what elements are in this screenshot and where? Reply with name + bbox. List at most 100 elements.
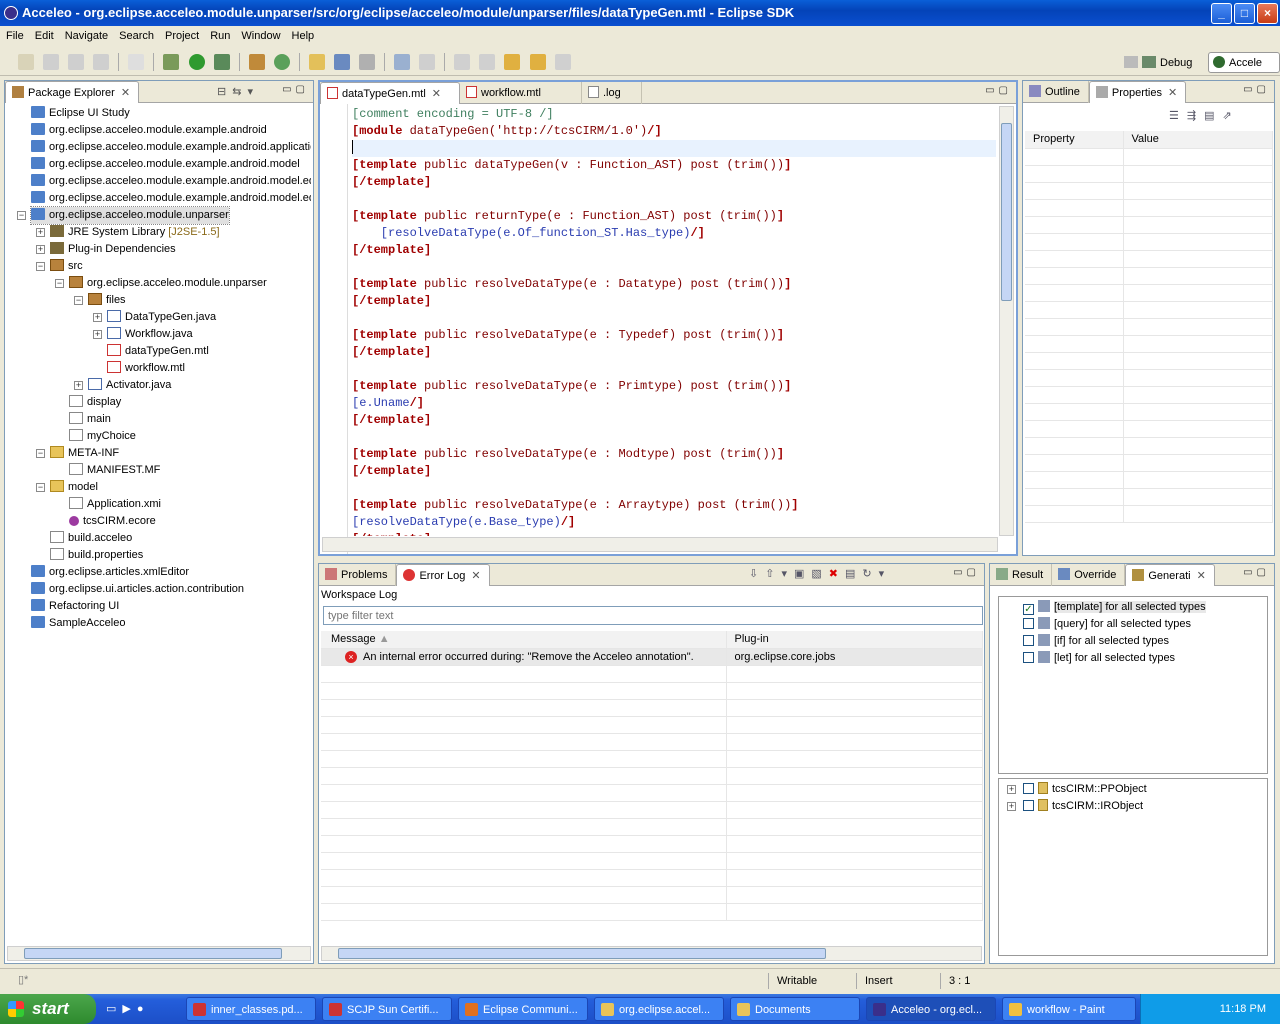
tab-error-log[interactable]: Error Log ✕ — [396, 564, 490, 586]
link-with-editor-icon[interactable]: ⇆ — [232, 86, 247, 98]
tree-item[interactable]: build.properties — [7, 547, 311, 564]
collapse-all-icon[interactable]: ⊟ — [217, 86, 232, 98]
run-icon[interactable] — [188, 54, 205, 70]
tree-item[interactable]: + DataTypeGen.java — [7, 309, 311, 326]
print-icon[interactable] — [93, 54, 110, 70]
categories-icon[interactable]: ☰ — [1169, 110, 1187, 122]
tree-item[interactable]: org.eclipse.acceleo.module.example.andro… — [7, 122, 311, 139]
editor-tab[interactable]: dataTypeGen.mtl ✕ — [320, 82, 460, 104]
collapse-icon[interactable]: − — [36, 483, 45, 492]
editor-min-max[interactable]: ▭▢ — [985, 85, 1012, 96]
restore-default-icon[interactable]: ▤ — [1204, 110, 1222, 122]
collapse-icon[interactable]: − — [36, 262, 45, 271]
fast-view-icon[interactable]: ▯* — [18, 973, 28, 986]
expand-icon[interactable]: + — [1007, 785, 1016, 794]
tab-generation[interactable]: Generati ✕ — [1125, 564, 1215, 586]
menu-help[interactable]: Help — [286, 30, 320, 42]
error-log-hscrollbar[interactable] — [321, 946, 982, 961]
filter-icon[interactable]: ⇶ — [1187, 110, 1204, 122]
save-all-icon[interactable] — [68, 54, 85, 70]
new-class-icon[interactable] — [273, 54, 290, 70]
open-perspective-icon[interactable] — [1124, 56, 1138, 68]
generation-option[interactable]: ✓ [template] for all selected types — [999, 599, 1267, 616]
close-icon[interactable]: ✕ — [1197, 570, 1206, 582]
type-item[interactable]: + tcsCIRM::IRObject — [999, 798, 1267, 815]
expand-icon[interactable]: + — [1007, 802, 1016, 811]
expand-icon[interactable]: + — [36, 228, 45, 237]
view-menu-icon[interactable]: ▾ — [879, 568, 892, 580]
column-header-message[interactable]: Message ▲ — [321, 631, 727, 649]
taskbar-button[interactable]: org.eclipse.accel... — [594, 997, 724, 1021]
checkbox[interactable] — [1023, 800, 1034, 811]
export-log-icon[interactable]: ⇩ — [749, 568, 765, 580]
menu-navigate[interactable]: Navigate — [59, 30, 113, 42]
collapse-icon[interactable]: − — [17, 211, 26, 220]
tree-item[interactable]: display — [7, 394, 311, 411]
save-icon[interactable] — [43, 54, 60, 70]
menu-run[interactable]: Run — [204, 30, 235, 42]
tree-item[interactable]: SampleAcceleo — [7, 615, 311, 632]
taskbar-button[interactable]: workflow - Paint — [1002, 997, 1136, 1021]
tree-item[interactable]: − files — [7, 292, 311, 309]
taskbar-button[interactable]: Eclipse Communi... — [458, 997, 588, 1021]
column-header-value[interactable]: Value — [1123, 131, 1273, 149]
external-tools-icon[interactable] — [213, 54, 230, 70]
tree-item[interactable]: + Plug-in Dependencies — [7, 241, 311, 258]
checkbox[interactable] — [1023, 783, 1034, 794]
tree-item[interactable]: build.acceleo — [7, 530, 311, 547]
table-row[interactable]: × An internal error occurred during: "Rem… — [321, 648, 983, 666]
tree-item[interactable]: − src — [7, 258, 311, 275]
tree-item[interactable]: org.eclipse.acceleo.module.example.andro… — [7, 139, 311, 156]
expand-icon[interactable]: + — [36, 245, 45, 254]
taskbar-button[interactable]: inner_classes.pd... — [186, 997, 316, 1021]
tab-result[interactable]: Result — [990, 564, 1053, 586]
tab-outline[interactable]: Outline — [1023, 81, 1089, 103]
tree-item[interactable]: org.eclipse.acceleo.module.example.andro… — [7, 156, 311, 173]
open-task-icon[interactable] — [333, 54, 350, 70]
restore-log-icon[interactable]: ↻ — [862, 568, 878, 580]
delete-log-icon[interactable]: ▧ — [811, 568, 828, 580]
close-icon[interactable]: ✕ — [432, 88, 441, 100]
back-icon[interactable] — [529, 54, 546, 70]
tree-item[interactable]: − META-INF — [7, 445, 311, 462]
view-min-max[interactable]: ▭▢ — [1243, 567, 1270, 578]
tree-item[interactable]: − org.eclipse.acceleo.module.unparser — [7, 206, 311, 225]
generation-option[interactable]: [if] for all selected types — [999, 633, 1267, 650]
taskbar-button[interactable]: SCJP Sun Certifi... — [322, 997, 452, 1021]
editor-hscrollbar[interactable] — [322, 537, 998, 552]
tree-item[interactable]: main — [7, 411, 311, 428]
taskbar-button[interactable]: Acceleo - org.ecl... — [866, 997, 996, 1021]
menu-search[interactable]: Search — [113, 30, 159, 42]
new-java-project-icon[interactable] — [248, 54, 265, 70]
toggle-mark-occurrences-icon[interactable] — [394, 54, 411, 70]
debug-icon[interactable] — [163, 54, 180, 70]
minimize-button[interactable]: _ — [1211, 3, 1232, 24]
collapse-icon[interactable]: − — [36, 449, 45, 458]
scroll-thumb[interactable] — [1001, 123, 1012, 301]
previous-annotation-icon[interactable] — [479, 54, 496, 70]
taskbar-button[interactable]: Documents — [730, 997, 860, 1021]
open-type-icon[interactable] — [308, 54, 325, 70]
new-icon[interactable] — [18, 54, 34, 70]
tab-problems[interactable]: Problems — [319, 564, 397, 586]
expand-icon[interactable]: + — [74, 381, 83, 390]
checkbox[interactable]: ✓ — [1023, 604, 1034, 615]
column-header-property[interactable]: Property — [1025, 131, 1124, 149]
tree-item[interactable]: − model — [7, 479, 311, 496]
collapse-icon[interactable]: − — [55, 279, 64, 288]
editor-vscrollbar[interactable] — [999, 106, 1014, 536]
close-icon[interactable]: ✕ — [121, 87, 130, 99]
show-whitespace-icon[interactable] — [128, 54, 145, 70]
next-annotation-icon[interactable] — [454, 54, 471, 70]
menu-project[interactable]: Project — [159, 30, 204, 42]
show-selected-only-icon[interactable] — [419, 54, 436, 70]
menu-file[interactable]: File — [0, 30, 29, 42]
tree-item[interactable]: + Workflow.java — [7, 326, 311, 343]
code-text-area[interactable]: [comment encoding = UTF-8 /] [module data… — [352, 106, 996, 536]
tree-item[interactable]: + Activator.java — [7, 377, 311, 394]
firefox-icon[interactable]: ● — [137, 1003, 150, 1015]
expand-icon[interactable]: + — [93, 330, 102, 339]
view-menu-icon[interactable]: ▾ — [247, 86, 259, 98]
perspective-debug[interactable]: Debug — [1124, 53, 1210, 73]
checkbox[interactable] — [1023, 618, 1034, 629]
